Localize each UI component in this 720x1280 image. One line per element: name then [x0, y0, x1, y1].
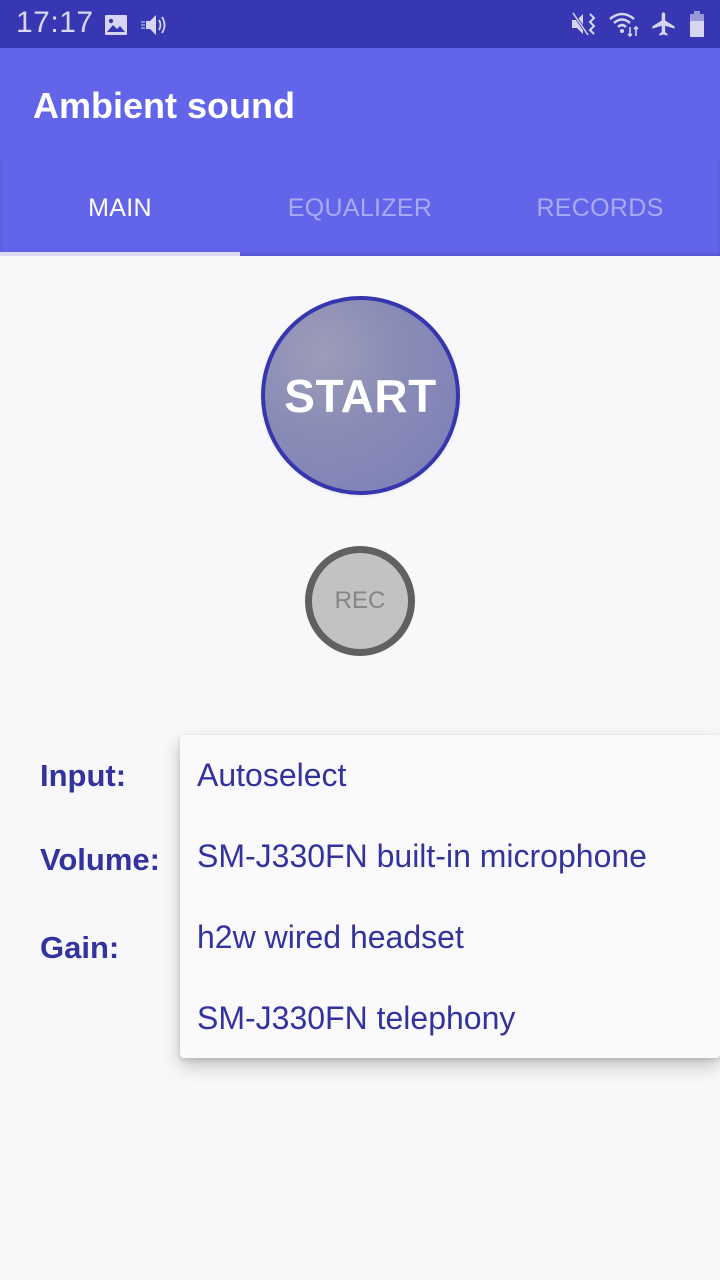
status-bar: 17:17: [0, 0, 720, 48]
airplane-mode-icon: [650, 10, 678, 43]
tab-indicator: [0, 252, 240, 256]
tab-equalizer-label: EQUALIZER: [287, 193, 433, 222]
volume-icon: [140, 12, 170, 43]
tab-bar: MAIN EQUALIZER RECORDS: [0, 160, 720, 256]
battery-icon: [688, 10, 706, 43]
start-button[interactable]: START: [261, 296, 460, 495]
image-icon: [104, 13, 128, 42]
dropdown-option-autoselect[interactable]: Autoselect: [180, 735, 720, 816]
dropdown-option-builtin-microphone[interactable]: SM-J330FN built-in microphone: [180, 816, 720, 897]
app-title: Ambient sound: [33, 85, 295, 126]
dropdown-option-telephony[interactable]: SM-J330FN telephony: [180, 978, 720, 1059]
status-right-icons: [570, 10, 706, 43]
dropdown-option-wired-headset[interactable]: h2w wired headset: [180, 897, 720, 978]
rec-button[interactable]: REC: [305, 546, 415, 656]
status-left-icons: [104, 12, 170, 43]
start-button-label: START: [284, 369, 437, 422]
rec-button-label: REC: [334, 587, 386, 614]
wifi-icon: [608, 10, 640, 43]
input-dropdown-menu: Autoselect SM-J330FN built-in microphone…: [180, 735, 720, 1058]
tab-records[interactable]: RECORDS: [480, 160, 720, 256]
volume-label: Volume:: [40, 842, 160, 877]
tab-main-label: MAIN: [88, 193, 152, 222]
gain-label: Gain:: [40, 930, 120, 965]
input-label: Input:: [40, 758, 127, 793]
tab-equalizer[interactable]: EQUALIZER: [240, 160, 480, 256]
tab-records-label: RECORDS: [536, 193, 664, 222]
vibrate-mute-icon: [570, 10, 598, 43]
status-time: 17:17: [16, 6, 94, 39]
tab-main[interactable]: MAIN: [0, 160, 240, 256]
